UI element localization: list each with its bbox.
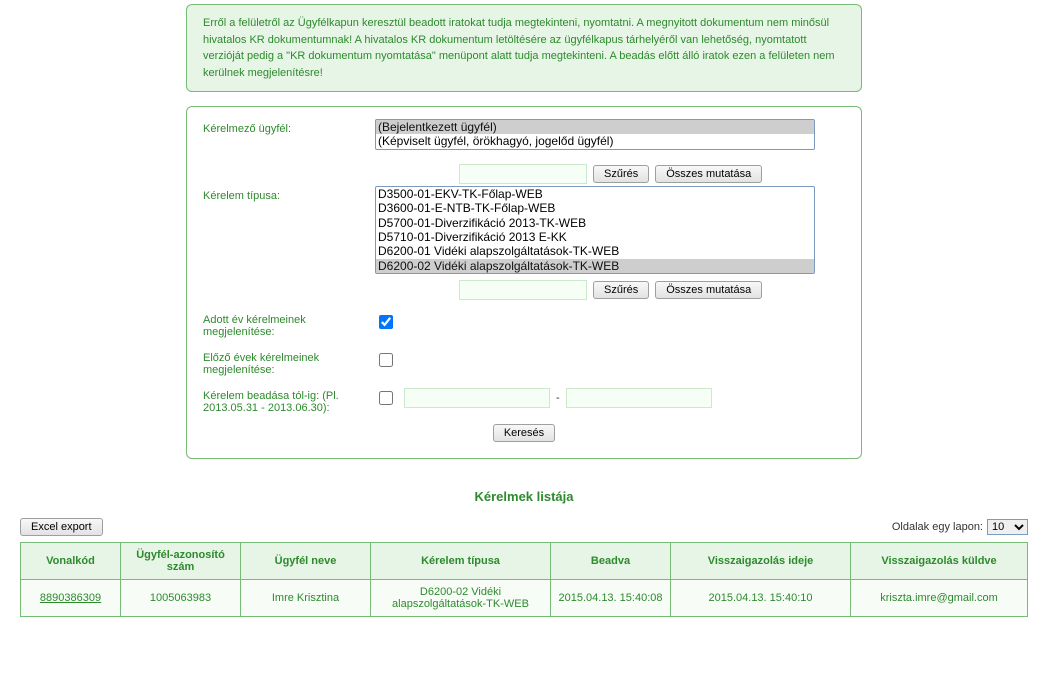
type-filter-input[interactable] [459, 280, 587, 300]
cell-reqtype: D6200-02 Vidéki alapszolgáltatások-TK-WE… [371, 580, 551, 617]
type-showall-button[interactable]: Összes mutatása [655, 281, 762, 299]
label-prevyears: Előző évek kérelmeinek megjelenítése: [203, 348, 375, 376]
col-confirmsent[interactable]: Visszaigazolás küldve [851, 543, 1028, 580]
client-showall-button[interactable]: Összes mutatása [655, 165, 762, 183]
col-clientid[interactable]: Ügyfél-azonosító szám [121, 543, 241, 580]
results-table: Vonalkód Ügyfél-azonosító szám Ügyfél ne… [20, 542, 1028, 617]
client-filter-input[interactable] [459, 164, 587, 184]
prevyears-checkbox[interactable] [379, 353, 393, 367]
col-clientname[interactable]: Ügyfél neve [241, 543, 371, 580]
cell-clientid: 1005063983 [121, 580, 241, 617]
cell-confirmtime: 2015.04.13. 15:40:10 [671, 580, 851, 617]
table-header-row: Vonalkód Ügyfél-azonosító szám Ügyfél ne… [21, 543, 1028, 580]
label-client: Kérelmező ügyfél: [203, 119, 375, 135]
col-barcode[interactable]: Vonalkód [21, 543, 121, 580]
thisyear-checkbox[interactable] [379, 315, 393, 329]
cell-confirmsent: kriszta.imre@gmail.com [851, 580, 1028, 617]
col-reqtype[interactable]: Kérelem típusa [371, 543, 551, 580]
date-dash: - [556, 392, 560, 404]
table-row: 8890386309 1005063983 Imre Krisztina D62… [21, 580, 1028, 617]
search-button[interactable]: Keresés [493, 424, 555, 442]
client-select[interactable]: (Bejelentkezett ügyfél)(Képviselt ügyfél… [375, 119, 815, 150]
type-select[interactable]: D3500-01-EKV-TK-Főlap-WEBD3600-01-E-NTB-… [375, 186, 815, 274]
cell-clientname: Imre Krisztina [241, 580, 371, 617]
label-thisyear: Adott év kérelmeinek megjelenítése: [203, 310, 375, 338]
list-title: Kérelmek listája [0, 489, 1048, 504]
pager-label: Oldalak egy lapon: [892, 521, 983, 533]
col-submitted[interactable]: Beadva [551, 543, 671, 580]
cell-submitted: 2015.04.13. 15:40:08 [551, 580, 671, 617]
daterange-checkbox[interactable] [379, 391, 393, 405]
type-filter-button[interactable]: Szűrés [593, 281, 649, 299]
pagesize-select[interactable]: 102550100 [987, 519, 1028, 535]
info-banner: Erről a felületről az Ügyfélkapun keresz… [186, 4, 862, 92]
cell-barcode[interactable]: 8890386309 [21, 580, 121, 617]
col-confirmtime[interactable]: Visszaigazolás ideje [671, 543, 851, 580]
label-daterange: Kérelem beadása tól-ig: (Pl. 2013.05.31 … [203, 386, 375, 414]
label-type: Kérelem típusa: [203, 186, 375, 202]
excel-export-button[interactable]: Excel export [20, 518, 103, 536]
client-filter-button[interactable]: Szűrés [593, 165, 649, 183]
search-form: Kérelmező ügyfél: (Bejelentkezett ügyfél… [186, 106, 862, 459]
date-to-input[interactable] [566, 388, 712, 408]
date-from-input[interactable] [404, 388, 550, 408]
